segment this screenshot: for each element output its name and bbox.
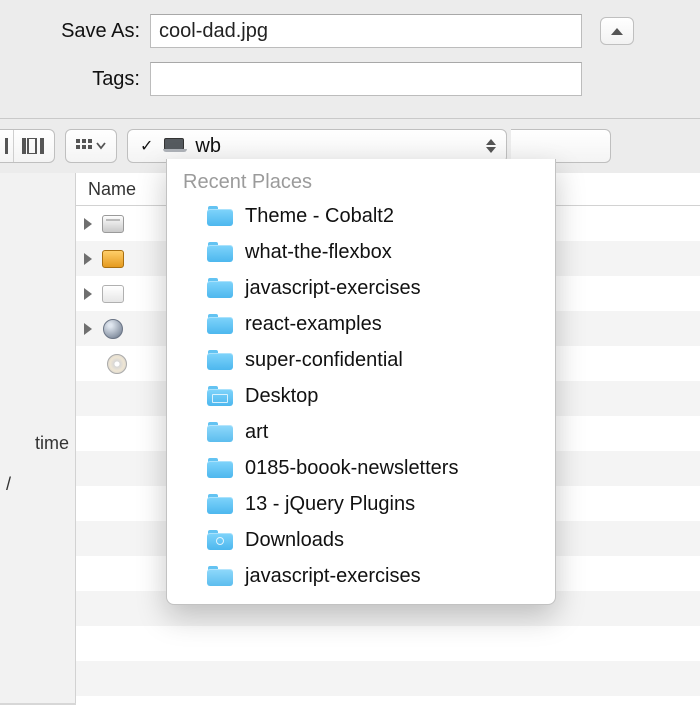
view-mode-grid[interactable] [65,129,117,163]
recent-place-label: what-the-flexbox [245,241,392,264]
recent-place-item[interactable]: art [167,414,555,450]
recent-place-item[interactable]: Desktop [167,378,555,414]
tags-label: Tags: [24,68,150,91]
chevron-up-icon [611,28,623,35]
recent-place-label: Theme - Cobalt2 [245,205,394,228]
recent-place-item[interactable]: super-confidential [167,342,555,378]
disclosure-icon[interactable] [84,218,92,230]
folder-icon [207,386,233,406]
grid-icon [76,139,106,153]
location-popup[interactable]: ✓ wb [127,129,507,163]
checkmark-icon: ✓ [140,136,153,156]
recent-place-label: javascript-exercises [245,277,421,300]
dropdown-heading: Recent Places [167,165,555,198]
recent-place-item[interactable]: Theme - Cobalt2 [167,198,555,234]
sidebar: time / [0,173,76,705]
save-as-input[interactable] [150,14,582,48]
columns-icon [22,138,46,154]
recent-place-label: super-confidential [245,349,403,372]
folder-icon [207,566,233,586]
save-panel-header: Save As: Tags: [0,0,700,118]
disc-icon [104,353,130,375]
folder-icon [207,422,233,442]
recent-places-dropdown: Recent Places Theme - Cobalt2 what-the-fl… [166,159,556,605]
recent-place-item[interactable]: react-examples [167,306,555,342]
recent-place-label: javascript-exercises [245,565,421,588]
disclosure-icon[interactable] [84,288,92,300]
updown-icon [480,139,496,153]
view-mode-columns[interactable] [14,130,54,162]
folder-icon [207,242,233,262]
folder-icon [207,350,233,370]
disclosure-icon[interactable] [84,253,92,265]
laptop-icon [163,138,185,154]
chevron-down-icon [96,142,106,150]
recent-place-label: 0185-boook-newsletters [245,457,458,480]
recent-place-label: 13 - jQuery Plugins [245,493,415,516]
hdd-icon [100,283,126,305]
disclosure-icon[interactable] [84,323,92,335]
recent-place-label: Desktop [245,385,318,408]
toolbar-right-button[interactable] [511,129,611,163]
view-mode-segment [0,129,55,163]
location-label: wb [195,135,470,158]
folder-icon [207,314,233,334]
sidebar-item[interactable]: / [0,464,75,505]
recent-place-label: react-examples [245,313,382,336]
folder-icon [207,278,233,298]
folder-icon [207,494,233,514]
recent-place-item[interactable]: what-the-flexbox [167,234,555,270]
folder-icon [207,206,233,226]
recent-place-item[interactable]: 13 - jQuery Plugins [167,486,555,522]
recent-place-item[interactable]: Downloads [167,522,555,558]
view-mode-edge[interactable] [0,130,14,162]
recent-place-item[interactable]: javascript-exercises [167,558,555,594]
save-as-label: Save As: [24,20,150,43]
tags-input[interactable] [150,62,582,96]
recent-place-item[interactable]: javascript-exercises [167,270,555,306]
folder-icon [207,458,233,478]
hdd-icon [100,248,126,270]
recent-place-item[interactable]: 0185-boook-newsletters [167,450,555,486]
sidebar-item[interactable]: time [0,423,75,464]
network-icon [100,318,126,340]
hdd-icon [100,213,126,235]
recent-place-label: art [245,421,268,444]
collapse-button[interactable] [600,17,634,45]
folder-icon [207,530,233,550]
recent-place-label: Downloads [245,529,344,552]
